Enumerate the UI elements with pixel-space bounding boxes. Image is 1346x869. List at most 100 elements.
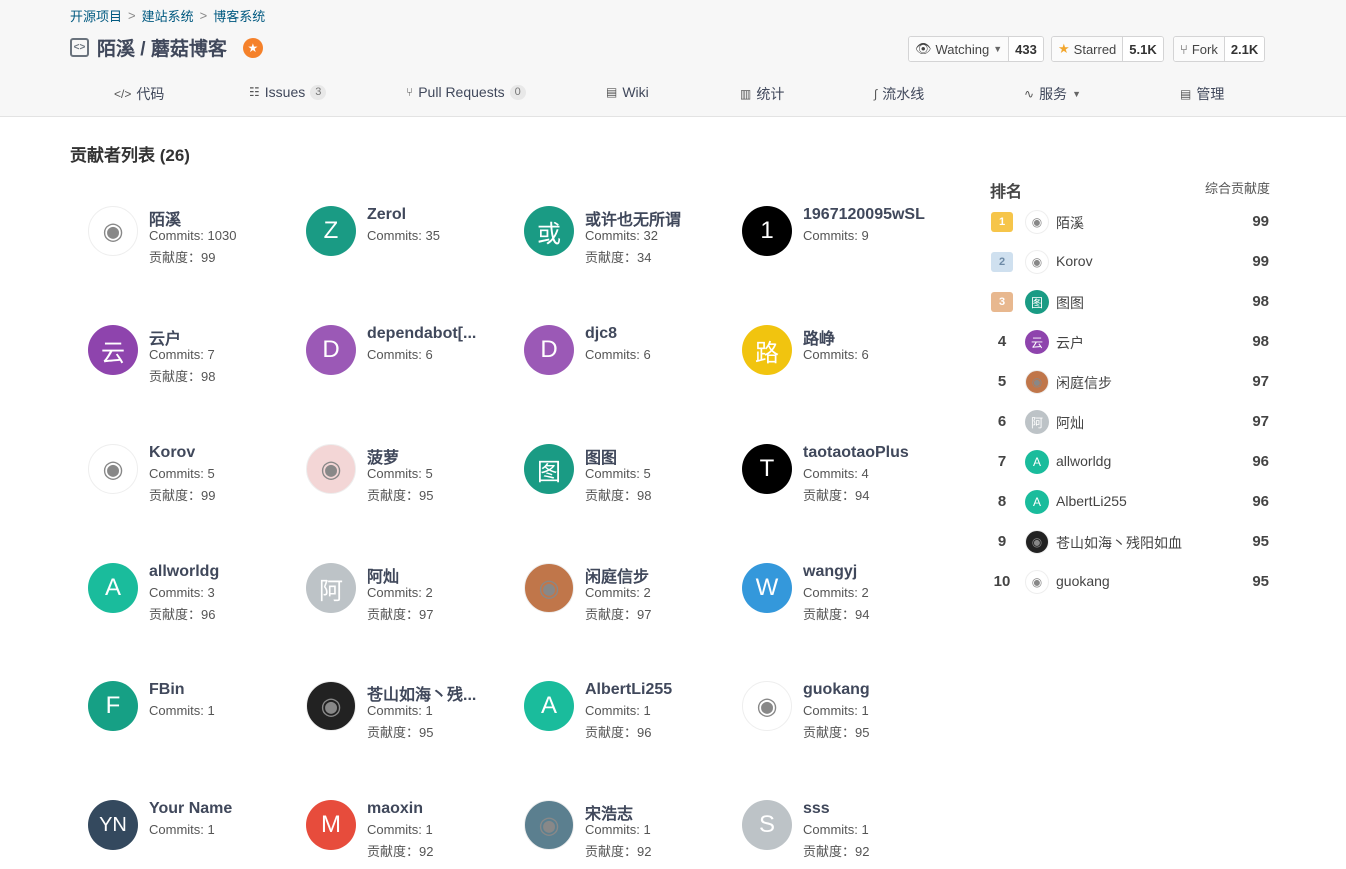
- contributor-name[interactable]: taotaotaoPlus: [803, 444, 909, 462]
- avatar[interactable]: M: [306, 800, 356, 850]
- contributor-name[interactable]: 路峥: [803, 325, 835, 349]
- ranking-name[interactable]: 苍山如海丶残阳如血: [1056, 533, 1182, 553]
- avatar[interactable]: 图: [1025, 290, 1049, 314]
- ranking-name[interactable]: guokang: [1056, 573, 1110, 589]
- contributor-card[interactable]: ◉ 苍山如海丶残... Commits: 1 贡献度：95: [306, 665, 516, 740]
- contributor-name[interactable]: sss: [803, 800, 830, 818]
- avatar[interactable]: D: [306, 325, 356, 375]
- ranking-name[interactable]: 闲庭信步: [1056, 373, 1112, 393]
- contributor-card[interactable]: 阿阿灿 Commits: 2 贡献度：97: [306, 547, 516, 622]
- contributor-name[interactable]: guokang: [803, 681, 870, 699]
- contributor-card[interactable]: ◉ 陌溪 Commits: 1030 贡献度：99: [88, 190, 298, 265]
- ranking-row[interactable]: 9 ◉ 苍山如海丶残阳如血 95: [990, 522, 1270, 562]
- watch-count[interactable]: 433: [1009, 37, 1043, 61]
- ranking-name[interactable]: 陌溪: [1056, 213, 1084, 233]
- ranking-name[interactable]: AlbertLi255: [1056, 493, 1127, 509]
- contributor-card[interactable]: ◉ guokang Commits: 1 贡献度：95: [742, 665, 952, 740]
- tab-pipeline[interactable]: ∫ 流水线: [874, 84, 924, 104]
- contributor-name[interactable]: 苍山如海丶残...: [367, 681, 476, 705]
- breadcrumb-item[interactable]: 博客系统: [213, 6, 265, 25]
- contributor-name[interactable]: Korov: [149, 444, 195, 462]
- contributor-card[interactable]: Ddependabot[... Commits: 6: [306, 309, 516, 379]
- contributor-name[interactable]: 闲庭信步: [585, 563, 649, 587]
- ranking-row[interactable]: 7 Aallworldg 96: [990, 442, 1270, 482]
- ranking-name[interactable]: Korov: [1056, 253, 1093, 269]
- avatar[interactable]: ◉: [306, 444, 356, 494]
- avatar[interactable]: F: [88, 681, 138, 731]
- watch-button[interactable]: 👁 Watching ▼ 433: [908, 36, 1044, 62]
- avatar[interactable]: ◉: [524, 563, 574, 613]
- contributor-card[interactable]: Z Zerol Commits: 35: [306, 190, 516, 260]
- avatar[interactable]: ◉: [524, 800, 574, 850]
- contributor-card[interactable]: ◉ 菠萝 Commits: 5 贡献度：95: [306, 428, 516, 503]
- avatar[interactable]: 阿: [1025, 410, 1049, 434]
- tab-code[interactable]: </> 代码: [114, 84, 164, 104]
- repo-name[interactable]: 陌溪 / 蘑菇博客: [97, 34, 227, 61]
- tab-services[interactable]: ∿ 服务 ▼: [1024, 84, 1081, 104]
- ranking-row[interactable]: 1 ◉ 陌溪 99: [990, 202, 1270, 242]
- avatar[interactable]: ◉: [1025, 530, 1049, 554]
- avatar[interactable]: ◉: [306, 681, 356, 731]
- avatar[interactable]: ◉: [1025, 370, 1049, 394]
- contributor-name[interactable]: 1967120095wSL: [803, 206, 925, 224]
- avatar[interactable]: A: [88, 563, 138, 613]
- ranking-name[interactable]: 图图: [1056, 293, 1084, 313]
- contributor-card[interactable]: 1 1967120095wSL Commits: 9: [742, 190, 952, 260]
- avatar[interactable]: A: [1025, 450, 1049, 474]
- contributor-card[interactable]: 路路峥 Commits: 6: [742, 309, 952, 379]
- avatar[interactable]: 路: [742, 325, 792, 375]
- avatar[interactable]: ◉: [88, 206, 138, 256]
- tab-wiki[interactable]: ▤ Wiki: [606, 84, 649, 100]
- contributor-card[interactable]: ◉ Korov Commits: 5 贡献度：99: [88, 428, 298, 503]
- contributor-name[interactable]: Your Name: [149, 800, 232, 818]
- avatar[interactable]: ◉: [1025, 210, 1049, 234]
- contributor-card[interactable]: ◉ 宋浩志 Commits: 1 贡献度：92: [524, 784, 734, 859]
- contributor-name[interactable]: 陌溪: [149, 206, 181, 230]
- avatar[interactable]: Z: [306, 206, 356, 256]
- contributor-card[interactable]: A AlbertLi255 Commits: 1 贡献度：96: [524, 665, 734, 740]
- tab-pull-requests[interactable]: ⑂ Pull Requests 0: [406, 84, 526, 100]
- tab-manage[interactable]: ▤ 管理: [1180, 84, 1224, 104]
- ranking-row[interactable]: 3 图图图 98: [990, 282, 1270, 322]
- avatar[interactable]: A: [1025, 490, 1049, 514]
- contributor-card[interactable]: 云云户 Commits: 7 贡献度：98: [88, 309, 298, 384]
- breadcrumb-item[interactable]: 建站系统: [142, 6, 194, 25]
- contributor-name[interactable]: 阿灿: [367, 563, 399, 587]
- contributor-card[interactable]: Ssss Commits: 1 贡献度：92: [742, 784, 952, 859]
- avatar[interactable]: 云: [1025, 330, 1049, 354]
- contributor-name[interactable]: maoxin: [367, 800, 423, 818]
- avatar[interactable]: 云: [88, 325, 138, 375]
- avatar[interactable]: W: [742, 563, 792, 613]
- avatar[interactable]: 1: [742, 206, 792, 256]
- avatar[interactable]: 或: [524, 206, 574, 256]
- avatar[interactable]: T: [742, 444, 792, 494]
- contributor-card[interactable]: Aallworldg Commits: 3 贡献度：96: [88, 547, 298, 622]
- avatar[interactable]: 阿: [306, 563, 356, 613]
- star-count[interactable]: 5.1K: [1123, 37, 1163, 61]
- tab-issues[interactable]: ☷ Issues 3: [249, 84, 327, 100]
- ranking-row[interactable]: 5 ◉ 闲庭信步 97: [990, 362, 1270, 402]
- ranking-name[interactable]: 阿灿: [1056, 413, 1084, 433]
- contributor-card[interactable]: Wwangyj Commits: 2 贡献度：94: [742, 547, 952, 622]
- ranking-row[interactable]: 8 A AlbertLi255 96: [990, 482, 1270, 522]
- breadcrumb-item[interactable]: 开源项目: [70, 6, 122, 25]
- contributor-name[interactable]: 或许也无所谓: [585, 206, 681, 230]
- ranking-row[interactable]: 10 ◉ guokang 95: [990, 562, 1270, 602]
- star-button[interactable]: ★ Starred 5.1K: [1051, 36, 1164, 62]
- ranking-name[interactable]: allworldg: [1056, 453, 1111, 469]
- avatar[interactable]: ◉: [1025, 250, 1049, 274]
- contributor-name[interactable]: FBin: [149, 681, 185, 699]
- contributor-name[interactable]: 云户: [149, 325, 181, 349]
- contributor-name[interactable]: dependabot[...: [367, 325, 476, 343]
- fork-button[interactable]: ⑂ Fork 2.1K: [1173, 36, 1266, 62]
- fork-count[interactable]: 2.1K: [1224, 37, 1265, 61]
- avatar[interactable]: YN: [88, 800, 138, 850]
- contributor-name[interactable]: wangyj: [803, 563, 857, 581]
- ranking-row[interactable]: 6 阿阿灿 97: [990, 402, 1270, 442]
- contributor-name[interactable]: allworldg: [149, 563, 219, 581]
- tab-stats[interactable]: ▥ 统计: [740, 84, 784, 104]
- contributor-card[interactable]: YN Your Name Commits: 1: [88, 784, 298, 854]
- ranking-row[interactable]: 4 云云户 98: [990, 322, 1270, 362]
- ranking-name[interactable]: 云户: [1056, 333, 1084, 353]
- avatar[interactable]: A: [524, 681, 574, 731]
